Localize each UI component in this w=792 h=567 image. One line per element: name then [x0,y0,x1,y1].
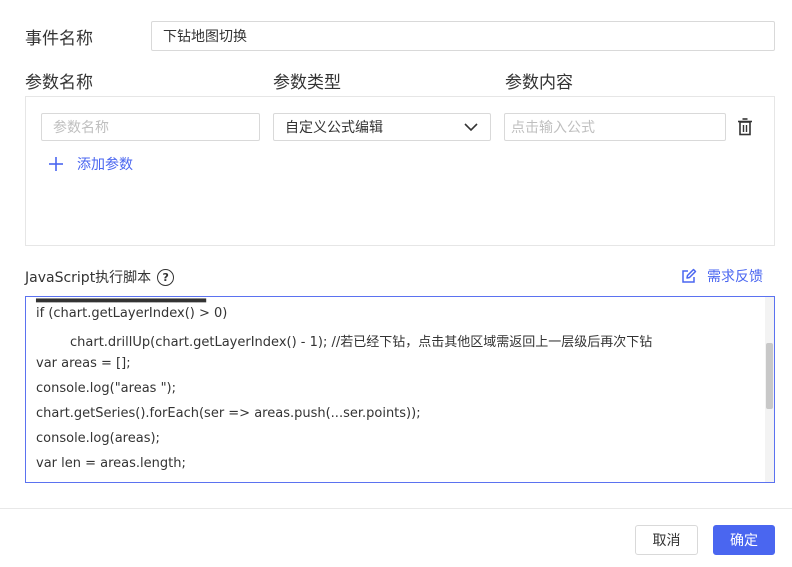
edit-icon [682,268,697,283]
plus-icon [49,157,63,171]
event-name-label: 事件名称 [25,29,93,49]
param-type-select[interactable]: 自定义公式编辑 [273,113,491,141]
code-line: if (chart.getLayerIndex() > 0) [36,306,228,321]
feedback-button[interactable]: 需求反馈 [681,266,763,286]
event-name-value: 下钻地图切换 [163,29,247,45]
param-content-input[interactable]: 点击输入公式 [504,113,726,141]
param-name-input[interactable]: 参数名称 [41,113,260,141]
add-param-button[interactable]: 添加参数 [48,154,133,174]
code-line: chart.getSeries().forEach(ser => areas.p… [36,406,421,421]
code-line: console.log("areas "); [36,381,177,396]
js-script-label: JavaScript执行脚本 ? [25,267,175,287]
confirm-button[interactable]: 确定 [713,525,775,555]
footer-divider [0,508,792,509]
code-line-partial: ▂▂▂▂▂▂▂▂▂▂▂▂▂▂▂▂▂ [36,297,206,303]
param-name-placeholder: 参数名称 [53,120,109,136]
code-line: var areas = []; [36,356,131,371]
code-editor[interactable]: ▂▂▂▂▂▂▂▂▂▂▂▂▂▂▂▂▂ if (chart.getLayerInde… [25,296,775,483]
code-line: var len = areas.length; [36,456,186,471]
feedback-label: 需求反馈 [707,269,763,285]
param-content-header: 参数内容 [505,73,573,93]
param-type-header: 参数类型 [273,73,341,93]
code-line: console.log(areas); [36,431,160,446]
code-line: chart.drillUp(chart.getLayerIndex() - 1)… [70,335,653,350]
param-name-header: 参数名称 [25,73,93,93]
event-name-input[interactable]: 下钻地图切换 [151,21,775,51]
add-param-label: 添加参数 [77,157,133,173]
question-circle-icon[interactable]: ? [157,268,175,286]
scrollbar-thumb[interactable] [766,343,773,409]
chevron-down-icon [464,122,478,131]
js-script-label-text: JavaScript执行脚本 [25,270,152,286]
param-content-placeholder: 点击输入公式 [511,120,595,136]
cancel-button[interactable]: 取消 [635,525,698,555]
param-type-value: 自定义公式编辑 [285,120,383,136]
trash-icon[interactable] [737,118,753,136]
